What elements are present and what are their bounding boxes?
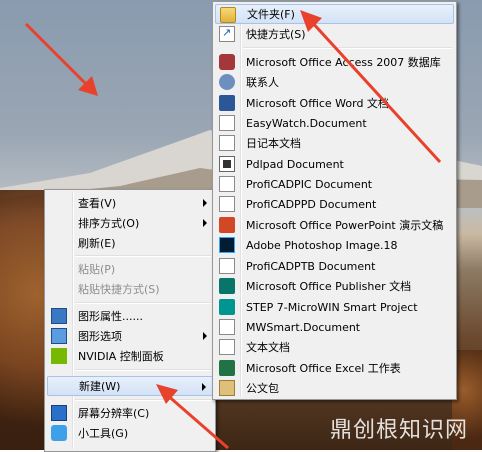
context-menu-item-label: 屏幕分辨率(C) (78, 407, 150, 420)
new-menu-item[interactable]: 文本文档 (215, 337, 454, 357)
word-icon (219, 95, 235, 111)
annotation-arrow-new (156, 384, 229, 450)
context-menu-item-label: NVIDIA 控制面板 (78, 350, 164, 363)
new-menu-item[interactable]: Microsoft Office Publisher 文档 (215, 276, 454, 296)
screen-resolution-icon (51, 405, 67, 421)
powerpoint-icon (219, 217, 235, 233)
context-menu-item: 粘贴(P) (47, 259, 213, 279)
context-menu-item[interactable]: 图形选项 (47, 326, 213, 346)
new-menu-item-label: 公文包 (246, 382, 279, 395)
new-menu-item-label: MWSmart.Document (246, 320, 361, 334)
submenu-arrow-icon (203, 199, 207, 207)
menu-separator (75, 302, 211, 304)
context-menu-item-label: 图形选项 (78, 330, 122, 343)
context-menu-item[interactable]: 图形属性...... (47, 306, 213, 326)
photoshop-icon (219, 237, 235, 253)
folder-icon (220, 7, 236, 23)
context-menu-item[interactable]: 排序方式(O) (47, 213, 213, 233)
contact-icon (219, 74, 235, 90)
document-icon (219, 176, 235, 192)
annotation-arrow-folder (300, 10, 442, 164)
new-menu-item[interactable]: ProfiCADPPD Document (215, 194, 454, 214)
new-menu-item-label: Microsoft Office PowerPoint 演示文稿 (246, 219, 444, 232)
watermark: 鼎创根知识网 (330, 418, 469, 443)
text-document-icon (219, 339, 235, 355)
context-menu-item-label: 新建(W) (79, 380, 121, 393)
publisher-icon (219, 278, 235, 294)
context-menu-item[interactable]: NVIDIA 控制面板 (47, 346, 213, 366)
context-menu-item-label: 排序方式(O) (78, 217, 140, 230)
nvidia-icon (51, 348, 67, 364)
annotation-arrow-top-left (24, 22, 98, 96)
menu-separator (75, 255, 211, 257)
new-menu-item-label: 文本文档 (246, 341, 290, 354)
new-menu-item-label: ProfiCADPIC Document (246, 177, 373, 191)
journal-icon (219, 135, 235, 151)
new-menu-item[interactable]: Microsoft Office PowerPoint 演示文稿 (215, 215, 454, 235)
context-menu-item-label: 查看(V) (78, 197, 117, 210)
context-menu-item[interactable]: 查看(V) (47, 193, 213, 213)
context-menu-item[interactable]: 刷新(E) (47, 233, 213, 253)
new-menu-item-label: Adobe Photoshop Image.18 (246, 238, 398, 252)
new-menu-item-label: Microsoft Office Publisher 文档 (246, 280, 412, 293)
graphics-properties-icon (51, 308, 67, 324)
new-menu-item[interactable]: Adobe Photoshop Image.18 (215, 235, 454, 255)
new-menu-item-label: 联系人 (246, 76, 279, 89)
shortcut-icon (219, 26, 235, 42)
pdlpad-icon (219, 156, 235, 172)
context-menu-item-label: 小工具(G) (78, 427, 129, 440)
new-menu-item-label: 日记本文档 (246, 137, 301, 150)
new-menu-item-label: STEP 7-MicroWIN Smart Project (246, 300, 418, 314)
menu-separator (75, 369, 211, 371)
new-menu-item[interactable]: 公文包 (215, 378, 454, 398)
document-icon (219, 196, 235, 212)
submenu-arrow-icon (203, 219, 207, 227)
gadgets-icon (51, 425, 67, 441)
step7-icon (219, 299, 235, 315)
new-menu-item-label: ProfiCADPTB Document (246, 259, 376, 273)
context-menu-item-label: 刷新(E) (78, 237, 116, 250)
new-menu-item[interactable]: STEP 7-MicroWIN Smart Project (215, 297, 454, 317)
context-menu-item-label: 粘贴(P) (78, 263, 116, 276)
access-icon (219, 54, 235, 70)
context-menu-item-label: 粘贴快捷方式(S) (78, 283, 160, 296)
context-menu-item: 粘贴快捷方式(S) (47, 279, 213, 299)
new-menu-item[interactable]: Microsoft Office Excel 工作表 (215, 358, 454, 378)
context-menu-item-label: 图形属性...... (78, 310, 143, 323)
document-icon (219, 258, 235, 274)
submenu-arrow-icon (203, 332, 207, 340)
new-menu-item-label: ProfiCADPPD Document (246, 197, 377, 211)
document-icon (219, 115, 235, 131)
new-menu-item-label: 文件夹(F) (247, 8, 295, 21)
graphics-options-icon (51, 328, 67, 344)
document-icon (219, 319, 235, 335)
new-menu-item-label: Microsoft Office Excel 工作表 (246, 362, 401, 375)
excel-icon (219, 360, 235, 376)
new-menu-item[interactable]: ProfiCADPIC Document (215, 174, 454, 194)
new-menu-item[interactable]: MWSmart.Document (215, 317, 454, 337)
new-menu-item[interactable]: ProfiCADPTB Document (215, 256, 454, 276)
